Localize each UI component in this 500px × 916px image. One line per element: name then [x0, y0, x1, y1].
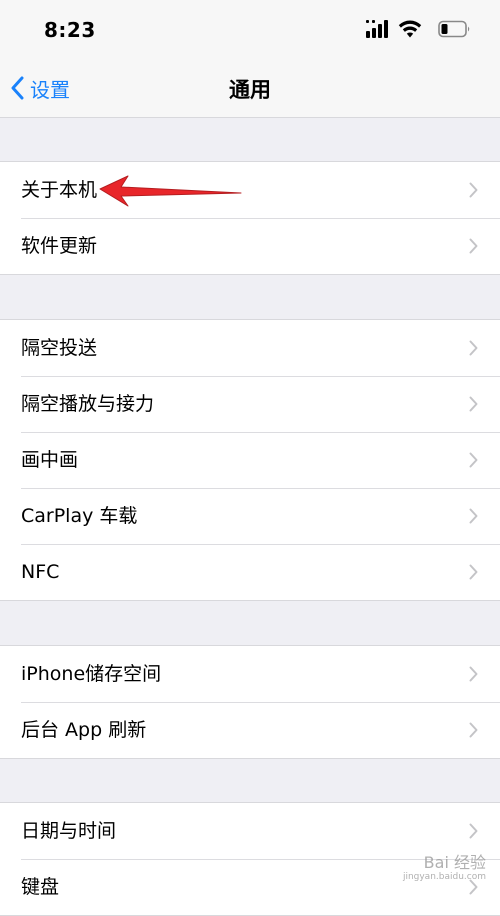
wifi-icon [398, 20, 422, 38]
row-software-update-label: 软件更新 [21, 235, 98, 257]
page-title: 通用 [229, 78, 271, 102]
chevron-right-icon [469, 452, 478, 468]
row-date-time-label: 日期与时间 [21, 820, 117, 842]
settings-group-2: 隔空投送 隔空播放与接力 画中画 CarPlay 车载 NFC [0, 319, 500, 601]
chevron-right-icon [469, 722, 478, 738]
battery-icon [438, 20, 470, 38]
row-picture-in-picture[interactable]: 画中画 [0, 432, 500, 488]
row-background-app-refresh-label: 后台 App 刷新 [21, 719, 147, 741]
row-nfc-label: NFC [21, 561, 60, 583]
row-iphone-storage-label: iPhone储存空间 [21, 663, 162, 685]
row-keyboard-label: 键盘 [21, 876, 60, 898]
row-carplay[interactable]: CarPlay 车载 [0, 488, 500, 544]
settings-group-1: 关于本机 软件更新 [0, 161, 500, 275]
row-date-time[interactable]: 日期与时间 [0, 803, 500, 859]
chevron-right-icon [469, 823, 478, 839]
row-nfc[interactable]: NFC [0, 544, 500, 600]
row-background-app-refresh[interactable]: 后台 App 刷新 [0, 702, 500, 758]
status-time: 8:23 [44, 18, 96, 42]
row-about-label: 关于本机 [21, 179, 98, 201]
chevron-right-icon [469, 182, 478, 198]
chevron-right-icon [469, 666, 478, 682]
row-picture-in-picture-label: 画中画 [21, 449, 79, 471]
row-airplay-handoff[interactable]: 隔空播放与接力 [0, 376, 500, 432]
chevron-right-icon [469, 340, 478, 356]
settings-group-3: iPhone储存空间 后台 App 刷新 [0, 645, 500, 759]
navigation-bar: 设置 通用 [0, 58, 500, 118]
row-airdrop-label: 隔空投送 [21, 337, 98, 359]
cellular-signal-icon [366, 20, 388, 38]
row-software-update[interactable]: 软件更新 [0, 218, 500, 274]
chevron-right-icon [469, 396, 478, 412]
chevron-right-icon [469, 238, 478, 254]
annotation-arrow-icon [99, 175, 242, 207]
status-bar: 8:23 [0, 0, 500, 58]
row-carplay-label: CarPlay 车载 [21, 505, 138, 527]
chevron-right-icon [469, 508, 478, 524]
chevron-right-icon [469, 564, 478, 580]
watermark-subtext: jingyan.baidu.com [402, 872, 486, 882]
row-airplay-handoff-label: 隔空播放与接力 [21, 393, 155, 415]
row-about[interactable]: 关于本机 [0, 162, 500, 218]
row-airdrop[interactable]: 隔空投送 [0, 320, 500, 376]
row-iphone-storage[interactable]: iPhone储存空间 [0, 646, 500, 702]
watermark: Bai 经验 jingyan.baidu.com [402, 855, 486, 884]
